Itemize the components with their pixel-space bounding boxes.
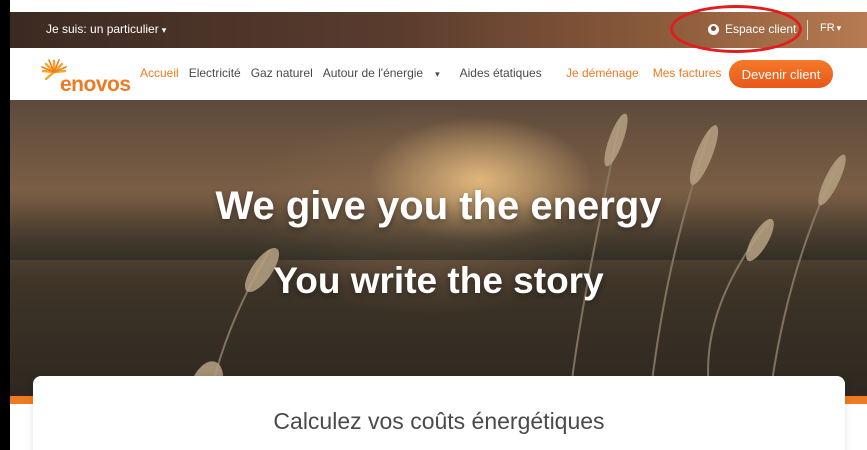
enovos-logo[interactable]: enovos — [40, 58, 140, 96]
mes-factures-link[interactable]: Mes factures — [653, 66, 722, 80]
divider — [807, 20, 808, 40]
nav-item-autour-energie-label: Autour de l'énergie — [322, 66, 424, 80]
customer-type-label: Je suis: un particulier — [46, 22, 159, 36]
main-navigation: enovos Accueil Electricité Gaz naturel Auto… — [10, 48, 867, 101]
hero-subline: You write the story — [273, 260, 604, 301]
highlight-annotation-circle — [670, 5, 802, 53]
language-selector[interactable]: FR ▾ — [820, 22, 841, 34]
devenir-client-button[interactable]: Devenir client — [729, 60, 833, 88]
nav-item-gaz-naturel[interactable]: Gaz naturel — [251, 66, 313, 80]
nav-secondary-links: Je déménage Mes factures — [566, 66, 735, 80]
hero-headline: We give you the energy — [215, 184, 662, 228]
energy-calculator-card: Calculez vos coûts énergétiques — [33, 376, 845, 450]
language-label: FR — [820, 22, 835, 34]
chevron-down-icon: ▾ — [161, 25, 167, 35]
hero-grass-illustration — [186, 113, 846, 396]
nav-item-accueil[interactable]: Accueil — [140, 66, 179, 80]
je-demenage-link[interactable]: Je déménage — [566, 66, 639, 80]
nav-menu: Accueil Electricité Gaz naturel Autour de l… — [140, 66, 552, 80]
nav-item-aides-etatiques[interactable]: Aides étatiques — [460, 66, 542, 80]
nav-item-electricite[interactable]: Electricité — [189, 66, 241, 80]
logo-wordmark: enovos — [60, 73, 131, 96]
hero-banner: We give you the energy You write the sto… — [10, 100, 867, 396]
nav-item-autour-energie[interactable]: Autour de l'énergie ▾ — [323, 66, 450, 80]
calculator-title: Calculez vos coûts énergétiques — [273, 408, 605, 434]
chevron-down-icon: ▾ — [836, 23, 842, 33]
screenshot-border — [0, 0, 10, 450]
chevron-down-icon: ▾ — [435, 69, 440, 79]
browser-viewport: Je suis: un particulier ▾ Espace client F… — [0, 0, 867, 450]
customer-type-selector[interactable]: Je suis: un particulier ▾ — [46, 22, 166, 36]
